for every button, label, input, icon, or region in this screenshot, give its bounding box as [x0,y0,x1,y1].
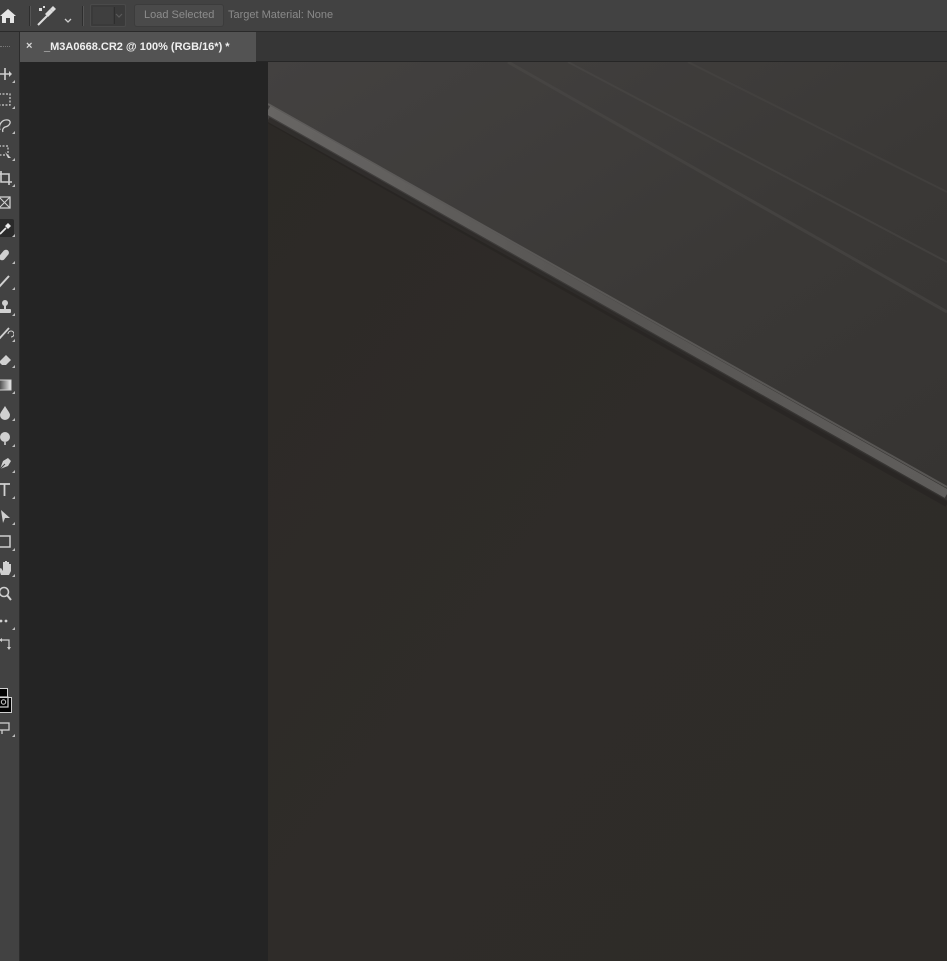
tools-panel [0,32,20,961]
document-tab-bar: × _M3A0668.CR2 @ 100% (RGB/16*) * [20,32,947,62]
screen-mode-button[interactable] [0,719,15,737]
history-brush-tool[interactable] [0,324,15,342]
healing-brush-tool[interactable] [0,246,15,264]
material-swatch-dropdown[interactable] [90,4,126,27]
photoshop-window: Load Selected Target Material: None × _M… [0,0,947,961]
frame-tool[interactable] [0,194,14,212]
crop-tool[interactable] [0,169,15,187]
photo-content [268,62,947,961]
eraser-tool[interactable] [0,350,15,368]
load-selected-button[interactable]: Load Selected [134,4,225,27]
chevron-down-icon[interactable] [64,12,72,23]
chevron-down-icon [114,7,123,24]
marquee-tool[interactable] [0,91,15,109]
close-icon[interactable]: × [26,40,36,52]
swap-colors-button[interactable] [0,635,14,653]
options-divider [29,6,31,26]
eyedropper-3d-icon [37,6,56,26]
toolbar-grip[interactable] [0,46,10,50]
quick-mask-icon [0,696,9,708]
clone-stamp-tool[interactable] [0,298,15,316]
gradient-tool[interactable] [0,376,15,394]
move-tool[interactable] [0,65,15,83]
material-swatch [93,7,113,24]
type-tool[interactable] [0,481,15,499]
target-material-label: Target Material: None [228,9,334,21]
object-selection-tool[interactable] [0,143,15,161]
rectangle-tool[interactable] [0,533,15,551]
lasso-tool[interactable] [0,116,15,134]
zoom-tool[interactable] [0,585,14,603]
home-button[interactable] [0,6,18,26]
magnifier-icon [0,586,12,601]
hand-tool[interactable] [0,559,15,577]
pasteboard [20,62,268,961]
options-bar: Load Selected Target Material: None [0,0,947,32]
document-tab[interactable]: × _M3A0668.CR2 @ 100% (RGB/16*) * [20,32,256,62]
home-icon [0,9,16,23]
quick-mask-button[interactable] [0,693,14,711]
blur-tool[interactable] [0,403,15,421]
edit-toolbar[interactable] [0,612,15,630]
brush-tool[interactable] [0,272,15,290]
dodge-tool[interactable] [0,429,15,447]
document-tab-title: _M3A0668.CR2 @ 100% (RGB/16*) * [44,41,230,53]
image-canvas[interactable] [268,62,947,961]
options-divider [82,6,84,26]
path-selection-tool[interactable] [0,507,15,525]
pen-tool[interactable] [0,455,15,473]
swap-arrows-icon [0,638,11,650]
frame-icon [0,196,11,209]
eyedropper-tool[interactable] [0,219,15,237]
